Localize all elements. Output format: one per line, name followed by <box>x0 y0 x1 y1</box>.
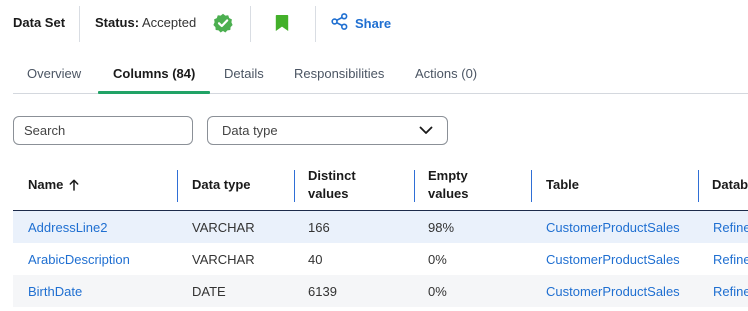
share-label: Share <box>355 15 392 31</box>
header-divider <box>250 6 251 42</box>
table-row[interactable]: BirthDate DATE 6139 0% CustomerProductSa… <box>13 275 748 307</box>
status-text: Status: Accepted <box>95 15 196 30</box>
header-empty-values[interactable]: Empty values <box>428 160 468 210</box>
header-divider <box>294 170 295 202</box>
chevron-down-icon <box>419 123 433 138</box>
header-divider <box>79 6 80 42</box>
data-type-select-placeholder: Data type <box>222 123 278 138</box>
header-divider <box>177 170 178 202</box>
cell-distinct: 40 <box>308 251 323 267</box>
cell-empty: 0% <box>428 283 447 299</box>
cell-table[interactable]: CustomerProductSales <box>546 275 680 307</box>
header-divider <box>531 170 532 202</box>
cell-data-type: VARCHAR <box>192 219 255 235</box>
share-button[interactable]: Share <box>331 13 392 33</box>
bookmark-icon[interactable] <box>274 14 290 32</box>
cell-database[interactable]: Refine <box>713 243 748 275</box>
tab-actions[interactable]: Actions (0) <box>415 66 477 81</box>
cell-name[interactable]: ArabicDescription <box>28 243 130 275</box>
tab-details[interactable]: Details <box>224 66 264 81</box>
header-empty-line2: values <box>428 186 469 201</box>
header-divider <box>315 6 316 42</box>
header-divider <box>698 170 699 202</box>
header-divider <box>414 170 415 202</box>
header-distinct-line1: Distinct <box>308 168 356 183</box>
header-distinct-line2: values <box>308 186 349 201</box>
search-input[interactable] <box>13 116 193 145</box>
cell-data-type: VARCHAR <box>192 251 255 267</box>
header-name-label: Name <box>28 177 64 192</box>
header-distinct-values[interactable]: Distinct values <box>308 160 356 210</box>
table-header: Name Data type Distinct values Empty value… <box>13 160 748 211</box>
cell-name[interactable]: BirthDate <box>28 275 82 307</box>
cell-name[interactable]: AddressLine2 <box>28 211 108 243</box>
cell-distinct: 6139 <box>308 283 337 299</box>
status-value: Accepted <box>141 15 197 30</box>
header-name[interactable]: Name <box>28 160 79 210</box>
header-empty-line1: Empty <box>428 168 468 183</box>
header-data-type[interactable]: Data type <box>192 160 251 210</box>
data-type-select[interactable]: Data type <box>207 116 448 145</box>
tab-columns[interactable]: Columns (84) <box>113 66 195 81</box>
columns-table: Name Data type Distinct values Empty value… <box>13 160 748 307</box>
tab-responsibilities[interactable]: Responsibilities <box>294 66 384 81</box>
status-prefix: Status: <box>95 15 140 30</box>
dataset-label: Data Set <box>13 15 66 30</box>
share-icon <box>331 13 348 33</box>
table-row[interactable]: ArabicDescription VARCHAR 40 0% Customer… <box>13 243 748 275</box>
tab-bar: Overview Columns (84) Details Responsibi… <box>13 56 748 94</box>
cell-empty: 0% <box>428 251 447 267</box>
page-header: Data Set Status: Accepted Share <box>0 0 748 46</box>
arrow-up-icon <box>69 179 79 191</box>
cell-table[interactable]: CustomerProductSales <box>546 243 680 275</box>
cell-distinct: 166 <box>308 219 330 235</box>
verified-check-icon <box>213 13 233 33</box>
cell-database[interactable]: Refine <box>713 275 748 307</box>
header-table[interactable]: Table <box>546 160 579 210</box>
cell-data-type: DATE <box>192 283 226 299</box>
cell-table[interactable]: CustomerProductSales <box>546 211 680 243</box>
cell-database[interactable]: Refine <box>713 211 748 243</box>
active-tab-indicator <box>98 91 210 94</box>
table-row[interactable]: AddressLine2 VARCHAR 166 98% CustomerPro… <box>13 211 748 243</box>
cell-empty: 98% <box>428 219 455 235</box>
header-database[interactable]: Datab <box>712 160 748 210</box>
tab-overview[interactable]: Overview <box>27 66 81 81</box>
